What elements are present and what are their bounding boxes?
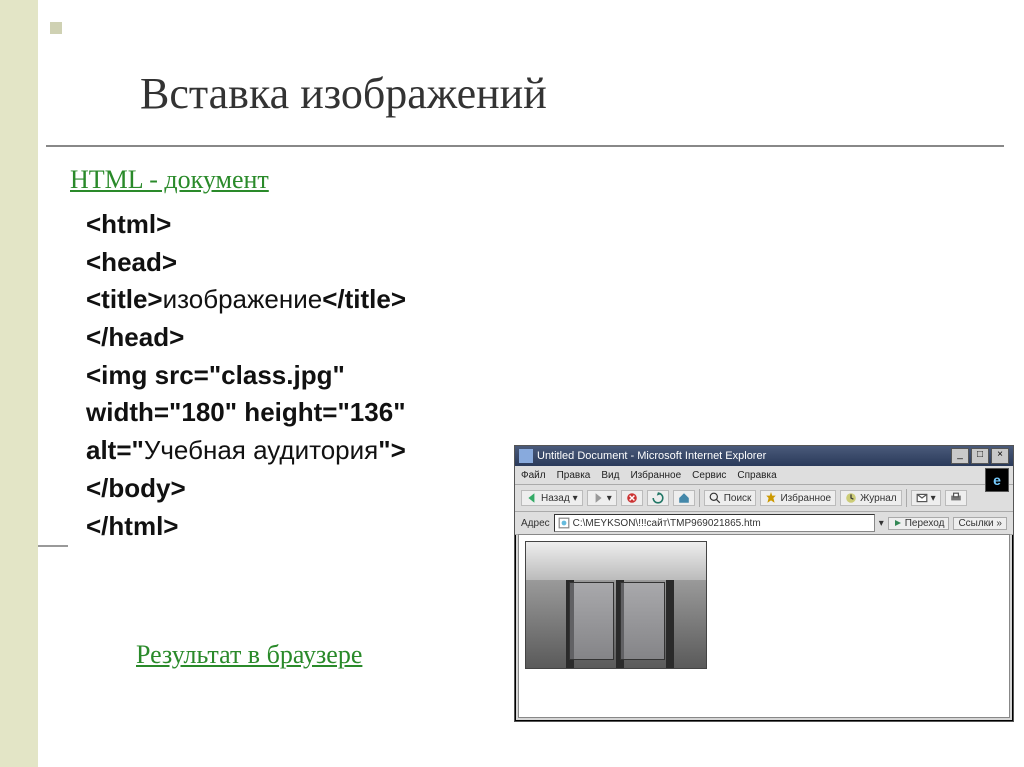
- clock-icon: [845, 492, 857, 504]
- links-button[interactable]: Ссылки »: [953, 517, 1007, 530]
- code-text: Учебная аудитория: [144, 435, 378, 465]
- code-attr: alt=": [86, 435, 144, 465]
- classroom-photo: [525, 541, 707, 669]
- ie-browser-window: Untitled Document - Microsoft Internet E…: [514, 445, 1014, 722]
- address-bar-row: Адрес C:\MEYKSON\!!!сайт\TMP969021865.ht…: [515, 512, 1013, 535]
- favorites-button[interactable]: Избранное: [760, 490, 836, 506]
- browser-viewport: [518, 534, 1010, 718]
- links-label: Ссылки: [958, 518, 993, 529]
- code-line: <head>: [86, 247, 177, 277]
- code-tag-open: <title>: [86, 284, 163, 314]
- window-title: Untitled Document - Microsoft Internet E…: [537, 450, 766, 462]
- horizontal-rule: [46, 145, 1004, 147]
- photo-glass: [620, 582, 665, 660]
- chevron-down-icon: ▾: [607, 493, 612, 504]
- print-icon: [950, 492, 962, 504]
- print-button[interactable]: [945, 490, 967, 506]
- window-titlebar[interactable]: Untitled Document - Microsoft Internet E…: [515, 446, 1013, 466]
- menu-item-file[interactable]: Файл: [521, 470, 546, 481]
- browser-result-link[interactable]: Результат в браузере: [136, 640, 362, 670]
- stop-button[interactable]: [621, 490, 643, 506]
- slide-title: Вставка изображений: [140, 68, 547, 119]
- back-button[interactable]: Назад ▾: [521, 490, 583, 506]
- code-line: </body>: [86, 473, 186, 503]
- presentation-slide: Вставка изображений HTML - документ Резу…: [0, 0, 1024, 767]
- search-button[interactable]: Поиск: [704, 490, 757, 506]
- mail-button[interactable]: ▾: [911, 490, 941, 506]
- toolbar-separator: [699, 489, 700, 507]
- menu-item-view[interactable]: Вид: [601, 470, 619, 481]
- menu-item-help[interactable]: Справка: [737, 470, 776, 481]
- ie-logo-icon: e: [985, 468, 1009, 492]
- menu-item-service[interactable]: Сервис: [692, 470, 726, 481]
- address-label: Адрес: [521, 518, 550, 529]
- back-label: Назад: [541, 493, 570, 504]
- toolbar: Назад ▾ ▾ Поиск Избранн: [515, 485, 1013, 512]
- history-button[interactable]: Журнал: [840, 490, 902, 506]
- code-attr-close: ">: [378, 435, 406, 465]
- html-file-icon: [558, 517, 570, 529]
- refresh-button[interactable]: [647, 490, 669, 506]
- search-label: Поиск: [724, 493, 752, 504]
- go-button[interactable]: Переход: [888, 517, 950, 530]
- forward-button[interactable]: ▾: [587, 490, 617, 506]
- go-label: Переход: [905, 518, 945, 529]
- search-icon: [709, 492, 721, 504]
- menu-item-edit[interactable]: Правка: [557, 470, 591, 481]
- code-line: <html>: [86, 209, 171, 239]
- chevron-down-icon: ▾: [931, 493, 936, 504]
- address-dropdown[interactable]: ▾: [879, 518, 884, 529]
- go-arrow-icon: [893, 518, 903, 528]
- refresh-icon: [652, 492, 664, 504]
- home-icon: [678, 492, 690, 504]
- code-line: </html>: [86, 511, 178, 541]
- photo-ceiling: [526, 542, 706, 580]
- code-line: width="180" height="136": [86, 397, 406, 427]
- menu-bar: Файл Правка Вид Избранное Сервис Справка: [515, 466, 1013, 485]
- home-button[interactable]: [673, 490, 695, 506]
- document-icon: [519, 449, 533, 463]
- stop-icon: [626, 492, 638, 504]
- code-tag-close: </title>: [322, 284, 406, 314]
- chevron-down-icon: ▾: [573, 493, 578, 504]
- star-icon: [765, 492, 777, 504]
- mail-icon: [916, 492, 928, 504]
- address-value: C:\MEYKSON\!!!сайт\TMP969021865.htm: [573, 518, 761, 529]
- code-line: <img src="class.jpg": [86, 360, 345, 390]
- code-block: <html> <head> <title>изображение</title>…: [86, 206, 406, 545]
- history-label: Журнал: [860, 493, 897, 504]
- toolbar-separator: [906, 489, 907, 507]
- corner-square-decor: [50, 22, 62, 34]
- address-field[interactable]: C:\MEYKSON\!!!сайт\TMP969021865.htm: [554, 514, 875, 532]
- code-line: </head>: [86, 322, 184, 352]
- favorites-label: Избранное: [780, 493, 831, 504]
- code-text: изображение: [163, 284, 323, 314]
- arrow-right-icon: [592, 492, 604, 504]
- photo-glass: [569, 582, 614, 660]
- slide-left-border: [0, 0, 38, 767]
- minimize-button[interactable]: _: [951, 448, 969, 464]
- photo-pillar: [666, 580, 674, 668]
- menu-item-favorites[interactable]: Избранное: [630, 470, 681, 481]
- html-document-link[interactable]: HTML - документ: [70, 165, 269, 195]
- short-rule: [38, 545, 68, 547]
- arrow-left-icon: [526, 492, 538, 504]
- close-button[interactable]: ×: [991, 448, 1009, 464]
- maximize-button[interactable]: □: [971, 448, 989, 464]
